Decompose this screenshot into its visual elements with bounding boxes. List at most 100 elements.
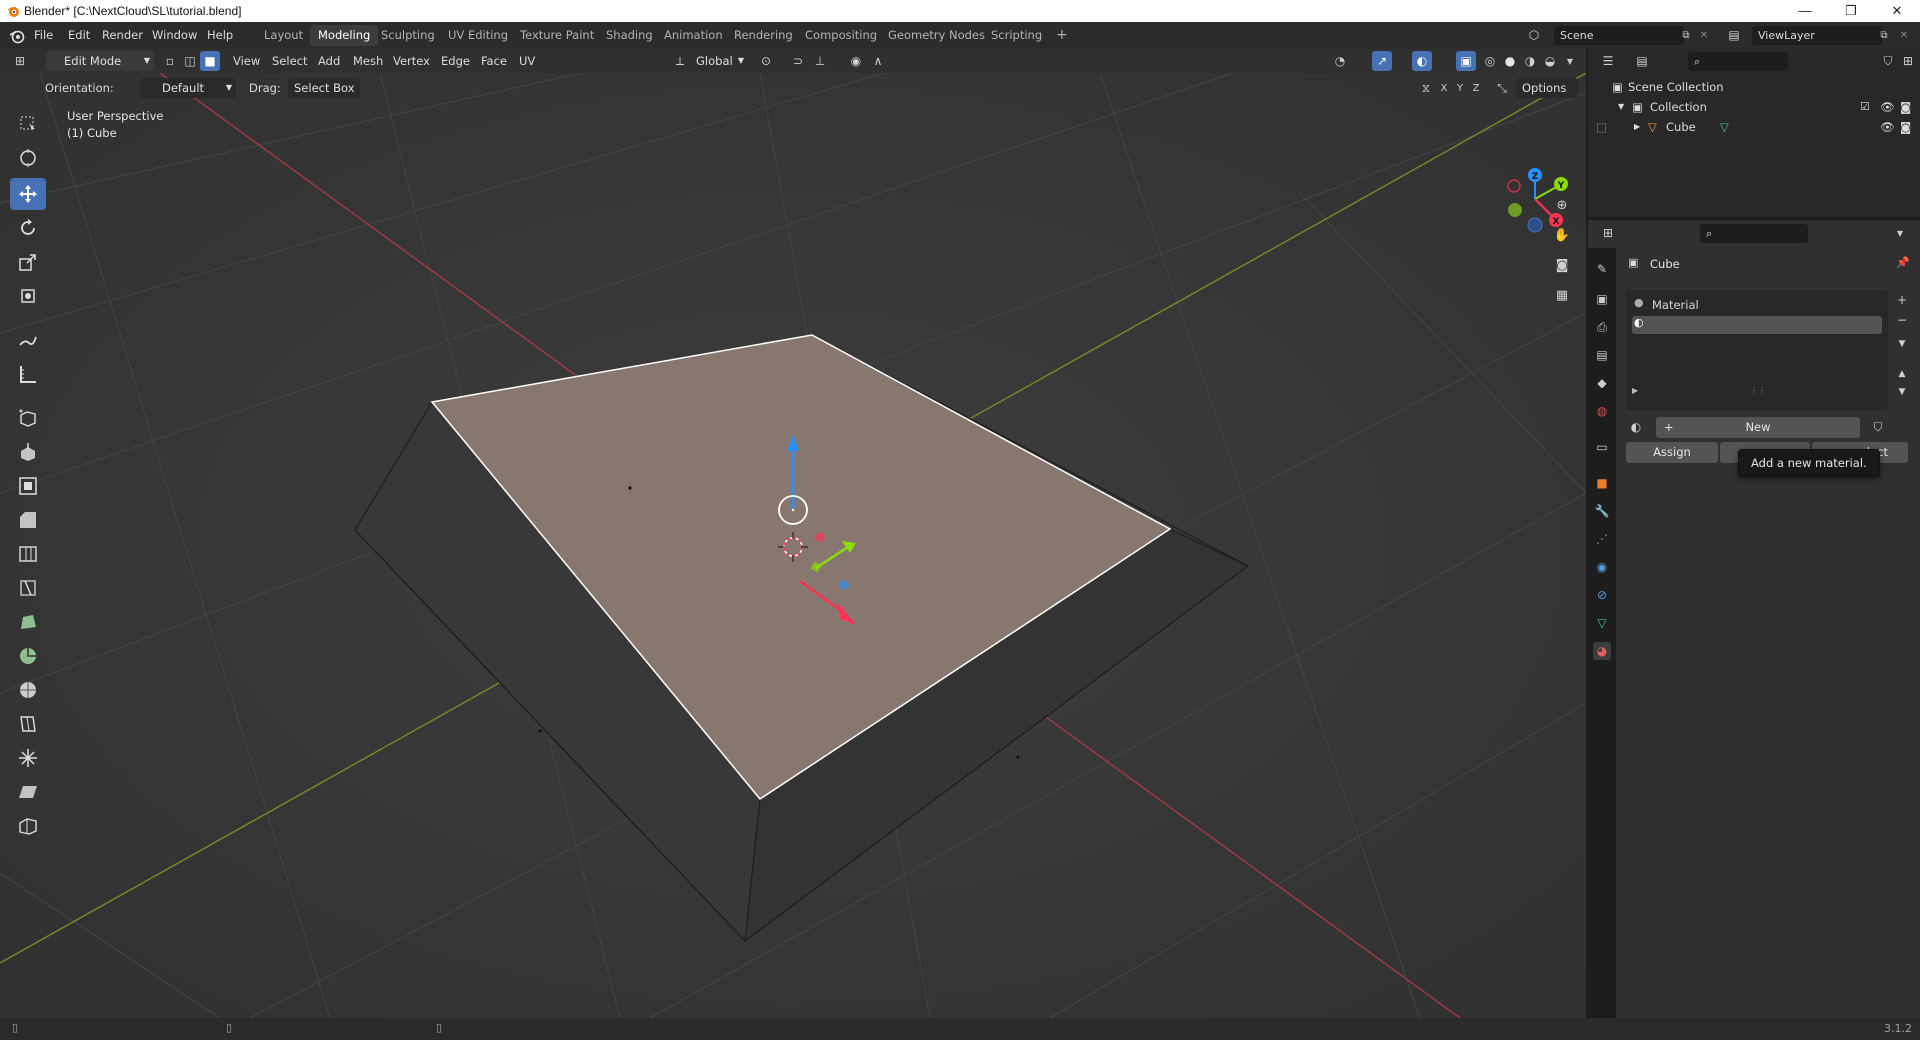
edge-select-icon[interactable]: ◫ xyxy=(180,51,200,71)
menu-help[interactable]: Help xyxy=(207,28,233,42)
inset-faces-tool[interactable] xyxy=(10,470,46,502)
tab-geometry-nodes[interactable]: Geometry Nodes xyxy=(880,25,993,46)
poly-build-tool[interactable] xyxy=(10,606,46,638)
snap-icon[interactable]: ⊃ xyxy=(788,51,808,71)
solid-shading-icon[interactable]: ● xyxy=(1500,51,1520,71)
properties-search-field[interactable]: ⌕ xyxy=(1700,224,1808,243)
world-tab-icon[interactable]: ◍ xyxy=(1593,402,1611,420)
mirror-icon[interactable]: ⧖ xyxy=(1416,78,1436,98)
rip-region-tool[interactable] xyxy=(10,810,46,842)
material-tab-icon[interactable]: ◕ xyxy=(1593,642,1611,660)
menu-view[interactable]: View xyxy=(233,51,260,71)
mirror-z-button[interactable]: Z xyxy=(1466,78,1486,98)
rendered-shading-icon[interactable]: ◒ xyxy=(1540,51,1560,71)
vertex-select-icon[interactable]: ▫ xyxy=(160,51,180,71)
expand-arrow-icon[interactable]: ▼ xyxy=(1618,97,1624,117)
menu-file[interactable]: File xyxy=(34,28,53,42)
menu-edit[interactable]: Edit xyxy=(68,28,90,42)
menu-select[interactable]: Select xyxy=(272,51,307,71)
object-tab-icon[interactable]: ■ xyxy=(1593,474,1611,492)
drag-dropdown[interactable]: Select Box xyxy=(288,78,360,98)
camera-icon[interactable]: ◙ xyxy=(1900,117,1911,137)
slot-specials-icon[interactable]: ▼ xyxy=(1892,334,1912,354)
snap-target-icon[interactable]: ⊥ xyxy=(810,51,830,71)
options-dropdown[interactable]: Options xyxy=(1516,78,1578,98)
editor-type-icon[interactable]: ⊞ xyxy=(10,51,30,71)
material-slot-row[interactable]: ● Material xyxy=(1632,296,1882,314)
new-collection-icon[interactable]: ⊞ xyxy=(1898,51,1918,71)
tab-uv-editing[interactable]: UV Editing xyxy=(440,25,516,46)
expand-arrow-icon[interactable]: ▶ xyxy=(1634,117,1640,137)
close-window-button[interactable]: ✕ xyxy=(1874,0,1920,22)
outliner-row-scene-collection[interactable]: ▣ Scene Collection xyxy=(1588,77,1920,97)
resize-handle-icon[interactable]: ⋮⋮ xyxy=(1750,386,1766,395)
shading-options-chevron-icon[interactable]: ▼ xyxy=(1560,51,1580,71)
remove-slot-icon[interactable]: − xyxy=(1892,310,1912,330)
3d-viewport[interactable]: Z Y X User Perspective (1) Cube ⊕ ✋ ◙ ▦ xyxy=(0,73,1586,1018)
view-layer-field[interactable]: ViewLayer xyxy=(1752,26,1882,45)
gizmo-toggle-icon[interactable]: ↗ xyxy=(1372,51,1392,71)
face-select-icon[interactable]: ■ xyxy=(200,51,220,71)
scene-name-field[interactable]: Scene xyxy=(1554,26,1684,45)
collection-tab-icon[interactable]: ▭ xyxy=(1593,438,1611,456)
bevel-tool[interactable] xyxy=(10,504,46,536)
camera-view-icon[interactable]: ◙ xyxy=(1552,255,1572,275)
new-material-button[interactable]: + New xyxy=(1656,417,1860,438)
menu-face[interactable]: Face xyxy=(481,51,507,71)
delete-scene-icon[interactable]: ✕ xyxy=(1694,25,1714,45)
menu-mesh[interactable]: Mesh xyxy=(353,51,383,71)
cursor-tool[interactable] xyxy=(10,142,46,174)
render-tab-icon[interactable]: ▣ xyxy=(1593,290,1611,308)
pivot-point-icon[interactable]: ⊙ xyxy=(756,51,776,71)
tab-texture-paint[interactable]: Texture Paint xyxy=(512,25,602,46)
transform-tool[interactable] xyxy=(10,280,46,312)
constraints-tab-icon[interactable]: ⊘ xyxy=(1593,586,1611,604)
select-box-tool[interactable] xyxy=(10,108,46,140)
spin-tool[interactable] xyxy=(10,640,46,672)
proportional-edit-icon[interactable]: ◉ xyxy=(846,51,866,71)
move-slot-up-icon[interactable]: ▲ xyxy=(1892,364,1912,384)
add-cube-tool[interactable] xyxy=(10,402,46,434)
particles-tab-icon[interactable]: ⋰ xyxy=(1593,530,1611,548)
tab-layout[interactable]: Layout xyxy=(256,25,311,46)
modifier-tab-icon[interactable]: 🔧 xyxy=(1593,502,1611,520)
smooth-tool[interactable] xyxy=(10,674,46,706)
move-slot-down-icon[interactable]: ▼ xyxy=(1892,382,1912,402)
link-data-icon[interactable]: ⛉ xyxy=(1868,417,1888,437)
scene-selector-icon[interactable]: ⬡ xyxy=(1524,25,1544,45)
outliner-search-field[interactable]: ⌕ xyxy=(1688,52,1788,71)
minimize-button[interactable]: — xyxy=(1782,0,1828,22)
pan-hand-icon[interactable]: ✋ xyxy=(1552,225,1572,245)
browse-material-icon[interactable]: ◐ xyxy=(1626,417,1646,437)
eye-icon[interactable]: 👁 xyxy=(1880,97,1895,117)
overlays-toggle-icon[interactable]: ◐ xyxy=(1412,51,1432,71)
mode-dropdown[interactable]: Edit Mode ▼ xyxy=(46,51,154,71)
orientation-dropdown[interactable]: Default ▼ xyxy=(140,78,236,98)
knife-tool[interactable] xyxy=(10,572,46,604)
outliner-row-collection[interactable]: ▼ ▣ Collection ☑ 👁 ◙ xyxy=(1588,97,1920,117)
material-preview-icon[interactable]: ◑ xyxy=(1520,51,1540,71)
wireframe-shading-icon[interactable]: ◎ xyxy=(1480,51,1500,71)
xray-toggle-icon[interactable]: ▣ xyxy=(1456,51,1476,71)
assign-button[interactable]: Assign xyxy=(1626,442,1718,463)
add-slot-icon[interactable]: + xyxy=(1892,290,1912,310)
tab-shading[interactable]: Shading xyxy=(598,25,661,46)
new-scene-icon[interactable]: ⧉ xyxy=(1676,25,1696,45)
output-tab-icon[interactable]: ⎙ xyxy=(1593,318,1611,336)
outliner-editor-type-icon[interactable]: ☰ xyxy=(1598,51,1618,71)
tab-sculpting[interactable]: Sculpting xyxy=(373,25,443,46)
shear-tool[interactable] xyxy=(10,776,46,808)
tool-tab-icon[interactable]: ✎ xyxy=(1593,260,1611,278)
falloff-icon[interactable]: ∧ xyxy=(868,51,888,71)
properties-options-chevron-icon[interactable]: ▼ xyxy=(1890,223,1910,243)
tab-modeling[interactable]: Modeling xyxy=(310,25,379,46)
edge-slide-tool[interactable] xyxy=(10,708,46,740)
camera-icon[interactable]: ◙ xyxy=(1900,97,1911,117)
menu-render[interactable]: Render xyxy=(102,28,143,42)
material-slot-selected[interactable]: ◐ xyxy=(1632,316,1882,334)
menu-vertex[interactable]: Vertex xyxy=(393,51,430,71)
properties-editor-type-icon[interactable]: ⊞ xyxy=(1598,223,1618,243)
physics-tab-icon[interactable]: ◉ xyxy=(1593,558,1611,576)
shrink-fatten-tool[interactable] xyxy=(10,742,46,774)
blender-menu-icon[interactable] xyxy=(9,28,25,44)
